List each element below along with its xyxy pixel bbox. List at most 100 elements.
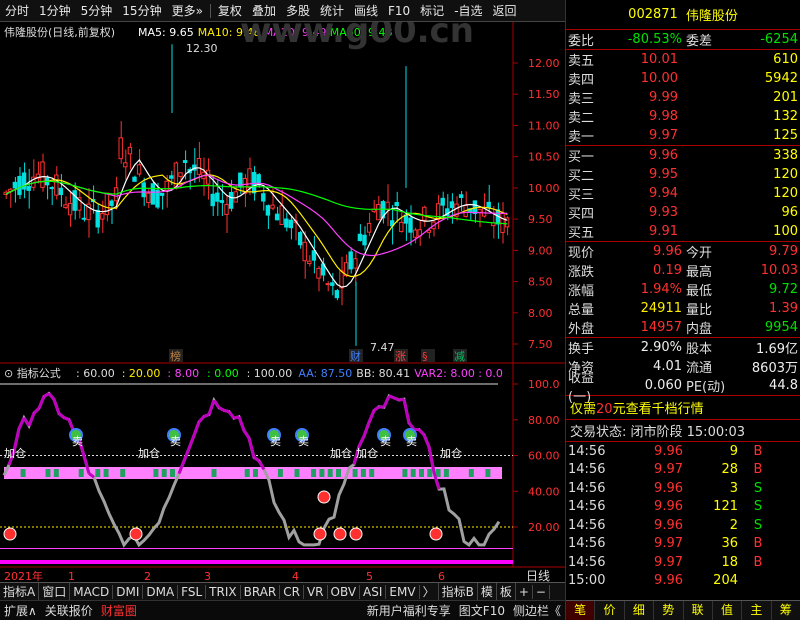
trade-side: B [753, 536, 763, 552]
toolbar-5[interactable]: 复权 [213, 2, 247, 19]
stat-row: 外盘 14957 内盘 9954 [566, 318, 800, 337]
stat-label: PE(动) [686, 380, 726, 395]
candle-body [399, 221, 404, 232]
tab-1[interactable]: 窗口 [39, 583, 71, 600]
stat-label: 最低 [686, 284, 713, 299]
tab-16[interactable]: 板 [497, 583, 516, 600]
quote-tab-5[interactable]: 值 [713, 601, 743, 620]
quote-tab-6[interactable]: 主 [742, 601, 772, 620]
tab-13[interactable]: 〉 [420, 583, 439, 600]
bottom-left-0[interactable]: 扩展∧ [0, 602, 41, 619]
candle-body [215, 192, 220, 202]
stock-header: 002871 伟隆股份 [566, 0, 800, 30]
kline-chart[interactable]: 12.00 11.50 11.00 10.50 10.00 9.50 9.00 8.50 8.0… [0, 11, 565, 583]
signal-tick [294, 469, 300, 477]
toolbar-13[interactable]: 返回 [488, 2, 522, 19]
trade-price: 9.97 [654, 462, 683, 478]
quote-tab-7[interactable]: 筹 [772, 601, 800, 620]
toolbar-10[interactable]: F10 [383, 4, 415, 18]
candle-body [109, 200, 114, 206]
promo-link[interactable]: 仅需20元查看千档行情 [566, 396, 800, 419]
bottom-right-1[interactable]: 图文F10 [455, 602, 509, 619]
candle-body [247, 168, 252, 189]
toolbar-6[interactable]: 叠加 [247, 2, 281, 19]
tab-18[interactable]: − [533, 584, 550, 599]
signal-tick [427, 469, 433, 477]
tab-15[interactable]: 模 [478, 583, 497, 600]
bottom-right-0[interactable]: 新用户福利专享 [363, 602, 455, 619]
tab-9[interactable]: VR [304, 584, 328, 599]
toolbar-4[interactable]: 更多» [167, 2, 208, 19]
tab-17[interactable]: + [516, 584, 533, 599]
signal-tick [319, 469, 325, 477]
toolbar-9[interactable]: 画线 [349, 2, 383, 19]
toolbar-7[interactable]: 多股 [281, 2, 315, 19]
trade-time: 14:56 [568, 499, 606, 515]
add-signal-0: 加仓 [4, 446, 26, 460]
toolbar-12[interactable]: -自选 [449, 2, 487, 19]
sell-signal-0: 卖 [72, 435, 83, 448]
candle-body [330, 282, 335, 286]
trade-row: 14:56 9.97 36 B [566, 535, 800, 554]
toolbar-11[interactable]: 标记 [415, 2, 449, 19]
tab-5[interactable]: FSL [178, 584, 207, 599]
tab-14[interactable]: 指标B [439, 583, 478, 600]
tab-11[interactable]: ASI [360, 584, 387, 599]
sell-5-price: 10.01 [640, 52, 678, 67]
buy-5: 买五 9.91 100 [566, 222, 800, 241]
bottom-left-2[interactable]: 财富圈 [97, 602, 141, 619]
quote-stats: 现价 9.96 今开 9.79 涨跌 0.19 最高 10.03 涨幅 1.94% 最低 9.72 总量… [566, 242, 800, 337]
quote-tab-1[interactable]: 价 [595, 601, 625, 620]
tab-8[interactable]: CR [280, 584, 304, 599]
sell-3-price: 9.99 [649, 90, 678, 105]
trade-side: S [753, 480, 763, 496]
toolbar-1[interactable]: 1分钟 [34, 2, 76, 19]
tab-12[interactable]: EMV [386, 584, 420, 599]
tab-4[interactable]: DMA [143, 584, 179, 599]
toolbar-2[interactable]: 5分钟 [76, 2, 118, 19]
trade-side: S [753, 499, 763, 515]
buy-5-volume: 100 [773, 224, 798, 239]
quote-tab-3[interactable]: 势 [654, 601, 684, 620]
quote-tab-2[interactable]: 细 [625, 601, 655, 620]
chart-title: 伟隆股份(日线,前复权) [4, 25, 115, 39]
quote-tab-4[interactable]: 联 [684, 601, 713, 620]
price-tick-label: 8.00 [528, 307, 553, 320]
candle-body [500, 212, 505, 233]
toolbar-3[interactable]: 15分钟 [117, 2, 166, 19]
candle-body [325, 283, 330, 286]
stat-row: 换手 2.90% 股本 1.69亿 [566, 338, 800, 357]
tab-2[interactable]: MACD [70, 584, 114, 599]
sell-signal-1: 卖 [170, 435, 181, 448]
trade-price: 9.97 [654, 554, 683, 570]
candle-body [169, 175, 174, 179]
tab-6[interactable]: TRIX [206, 584, 241, 599]
signal-tick [161, 469, 167, 477]
toolbar-8[interactable]: 统计 [315, 2, 349, 19]
bottom-right-2[interactable]: 侧边栏《 [509, 602, 565, 619]
buy-3-label: 买三 [568, 188, 595, 203]
candle-body [146, 192, 151, 203]
quote-tab-0[interactable]: 笔 [566, 601, 596, 620]
candle-body [17, 175, 22, 196]
bottom-left-1[interactable]: 关联报价 [41, 602, 97, 619]
trade-side: S [753, 517, 763, 533]
period-label: 日线 [526, 569, 550, 582]
add-signal-2: 加仓 [330, 446, 352, 460]
signal-tick [20, 469, 26, 477]
chart-area[interactable]: 12.00 11.50 11.00 10.50 10.00 9.50 9.00 8.50 8.0… [0, 11, 565, 592]
toolbar-0[interactable]: 分时 [0, 2, 34, 19]
tab-10[interactable]: OBV [328, 584, 361, 599]
sell-signal-4: 卖 [380, 435, 391, 448]
trade-time: 14:56 [568, 480, 606, 496]
indicator-param-8: : 0.0 [478, 367, 503, 380]
tab-3[interactable]: DMI [113, 584, 144, 599]
toolbar-sep [209, 3, 211, 18]
x-axis-label-3: 3 [204, 570, 211, 582]
candle-body [302, 241, 307, 262]
stat-value: 1.69亿 [756, 342, 798, 357]
sell-2: 卖二 9.98 132 [566, 107, 800, 126]
tab-7[interactable]: BRAR [241, 584, 281, 599]
ind-tick-label: 80.00 [528, 414, 560, 427]
tab-0[interactable]: 指标A [0, 583, 40, 600]
